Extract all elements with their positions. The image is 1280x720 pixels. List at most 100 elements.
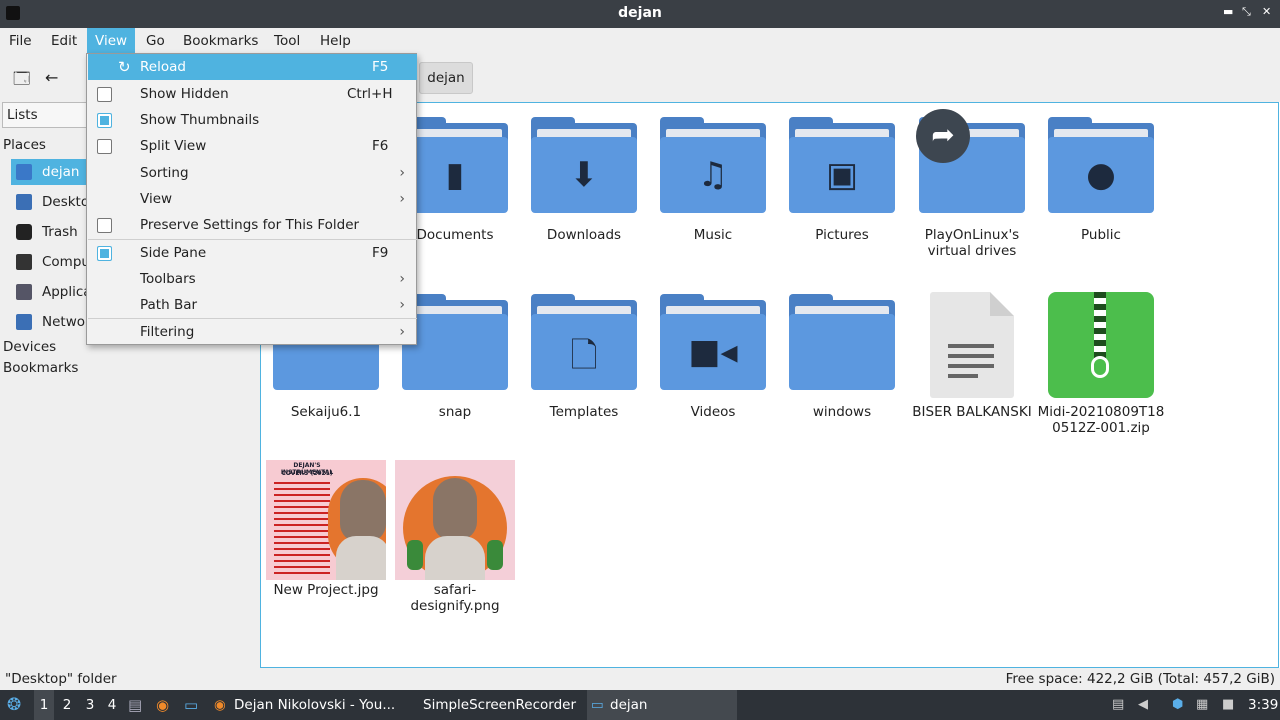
file-label: New Project.jpg	[273, 582, 379, 598]
task-label: dejan	[610, 697, 648, 713]
menu-item-shortcut: F6	[372, 138, 389, 154]
window-titlebar: dejan ▬ ⤡ ✕	[0, 0, 1280, 28]
file-item-music[interactable]: ♫ Music	[648, 103, 778, 273]
menu-item-side-pane[interactable]: Side Pane F9	[88, 240, 417, 266]
file-label: Pictures	[815, 227, 869, 243]
menu-item-shortcut: Ctrl+H	[347, 86, 393, 102]
menu-item-reload[interactable]: ↻ Reload F5	[88, 54, 417, 80]
restore-icon[interactable]: ⤡	[1242, 5, 1251, 19]
file-item-templates[interactable]: 🗋 Templates	[519, 280, 649, 450]
menu-edit[interactable]: Edit	[43, 28, 85, 54]
file-label: Videos	[690, 404, 736, 420]
downloads-folder-icon: ⬇	[531, 117, 637, 213]
file-item-downloads[interactable]: ⬇ Downloads	[519, 103, 649, 273]
checkbox[interactable]	[97, 113, 112, 128]
menu-item-toolbars[interactable]: Toolbars ›	[88, 266, 417, 292]
volume-icon[interactable]: ◀	[1138, 690, 1148, 720]
update-notifier-icon[interactable]: ⬢	[1172, 690, 1183, 720]
menu-item-path-bar[interactable]: Path Bar ›	[88, 292, 417, 318]
new-window-icon[interactable]: 🗔	[13, 68, 30, 95]
firefox-launcher-icon[interactable]: ◉	[156, 690, 174, 720]
minimize-icon[interactable]: ▬	[1223, 5, 1233, 18]
file-label: Public	[1081, 227, 1121, 243]
portrait-face-graphic	[340, 480, 386, 542]
menu-help[interactable]: Help	[312, 28, 359, 54]
close-icon[interactable]: ✕	[1262, 5, 1271, 18]
window-title: dejan	[618, 5, 662, 21]
workspace-1[interactable]: 1	[34, 690, 54, 720]
menubar: File Edit View Go Bookmarks Tool Help	[0, 28, 1280, 54]
task-simplescreenrecorder[interactable]: SimpleScreenRecorder	[402, 690, 582, 720]
desktop-launcher-icon[interactable]: ▭	[184, 690, 202, 720]
checkbox[interactable]	[97, 139, 112, 154]
status-left-text: "Desktop" folder	[5, 671, 117, 687]
checkbox[interactable]	[97, 218, 112, 233]
file-item-biser-balkanski[interactable]: BISER BALKANSKI	[907, 280, 1037, 450]
sidebar-item-label: Trash	[42, 224, 78, 240]
network-icon	[16, 314, 32, 330]
start-menu-icon[interactable]: ❂	[7, 690, 27, 720]
file-label-line: Midi-20210809T18	[1037, 404, 1165, 420]
file-label: PlayOnLinux's virtual drives	[924, 227, 1020, 259]
sidebar-item-label: dejan	[42, 164, 80, 180]
task-dejan[interactable]: ▭ dejan	[587, 690, 737, 720]
menu-item-label: Preserve Settings for This Folder	[140, 217, 360, 233]
menu-item-label: Split View	[140, 138, 207, 154]
menu-item-label: Sorting	[140, 165, 189, 181]
public-folder-icon: ●	[1048, 117, 1154, 213]
checkbox[interactable]	[97, 246, 112, 261]
menu-item-label: Show Hidden	[140, 86, 229, 102]
bookmarks-heading[interactable]: Bookmarks	[3, 360, 78, 376]
path-bar-button[interactable]: dejan	[419, 62, 473, 94]
file-item-public[interactable]: ● Public	[1036, 103, 1166, 273]
workspace-2[interactable]: 2	[57, 690, 77, 720]
portrait-shirt-graphic	[425, 536, 485, 580]
devices-heading[interactable]: Devices	[3, 339, 56, 355]
taskbar: ❂ 1 2 3 4 ▤ ◉ ▭ ◉ Dejan Nikolovski - You…	[0, 690, 1280, 720]
portrait-shirt-graphic	[336, 536, 386, 580]
screen-recorder-tray-icon[interactable]: ■	[1222, 690, 1234, 720]
reload-icon: ↻	[118, 58, 131, 76]
menu-item-shortcut: F5	[372, 59, 389, 75]
menu-item-label: View	[140, 191, 173, 207]
workspace-4[interactable]: 4	[102, 690, 122, 720]
new-project-thumbnail: DEJAN'S INSTRUMENTAL COVERS (2021)	[266, 460, 386, 580]
menu-item-show-hidden[interactable]: Show Hidden Ctrl+H	[88, 81, 417, 107]
places-heading[interactable]: Places	[3, 137, 46, 153]
menu-view[interactable]: View	[87, 28, 136, 54]
back-arrow-icon[interactable]: ←	[45, 68, 58, 87]
workspace-3[interactable]: 3	[80, 690, 100, 720]
clock[interactable]: 3:39	[1248, 690, 1278, 720]
file-manager-launcher-icon[interactable]: ▤	[128, 690, 146, 720]
submenu-arrow-icon: ›	[399, 297, 405, 313]
portrait-face-graphic	[433, 478, 477, 540]
file-item-playonlinux[interactable]: ➦ PlayOnLinux's virtual drives	[907, 103, 1037, 273]
file-label: safari- designify.png	[390, 582, 520, 614]
task-firefox[interactable]: ◉ Dejan Nikolovski - You...	[212, 690, 397, 720]
firefox-icon: ◉	[214, 697, 226, 713]
file-item-pictures[interactable]: ▣ Pictures	[777, 103, 907, 273]
menu-tool[interactable]: Tool	[266, 28, 308, 54]
clipboard-icon[interactable]: ▤	[1112, 690, 1124, 720]
free-space-text: Free space: 422,2 GiB (Total: 457,2 GiB)	[1005, 671, 1275, 687]
menu-bookmarks[interactable]: Bookmarks	[175, 28, 266, 54]
file-item-midi-zip[interactable]: Midi-20210809T18 0512Z-001.zip	[1036, 280, 1166, 450]
menu-item-split-view[interactable]: Split View F6	[88, 133, 417, 159]
file-label: Midi-20210809T18 0512Z-001.zip	[1036, 404, 1166, 436]
menu-item-preserve-settings[interactable]: Preserve Settings for This Folder	[88, 212, 417, 238]
menu-item-show-thumbnails[interactable]: Show Thumbnails	[88, 107, 417, 133]
file-label: Downloads	[546, 227, 622, 243]
file-item-videos[interactable]: ■◂ Videos	[648, 280, 778, 450]
checkbox[interactable]	[97, 87, 112, 102]
pictures-folder-icon: ▣	[789, 117, 895, 213]
menu-file[interactable]: File	[1, 28, 40, 54]
file-item-windows[interactable]: windows	[777, 280, 907, 450]
menu-item-view[interactable]: View ›	[88, 186, 417, 212]
menu-item-sorting[interactable]: Sorting ›	[88, 160, 417, 186]
menu-item-label: Reload	[140, 59, 186, 75]
menu-go[interactable]: Go	[138, 28, 173, 54]
templates-folder-icon: 🗋	[531, 294, 637, 390]
network-tray-icon[interactable]: ▦	[1196, 690, 1208, 720]
menu-item-filtering[interactable]: Filtering ›	[88, 319, 417, 345]
tracklist-graphic	[274, 482, 330, 574]
